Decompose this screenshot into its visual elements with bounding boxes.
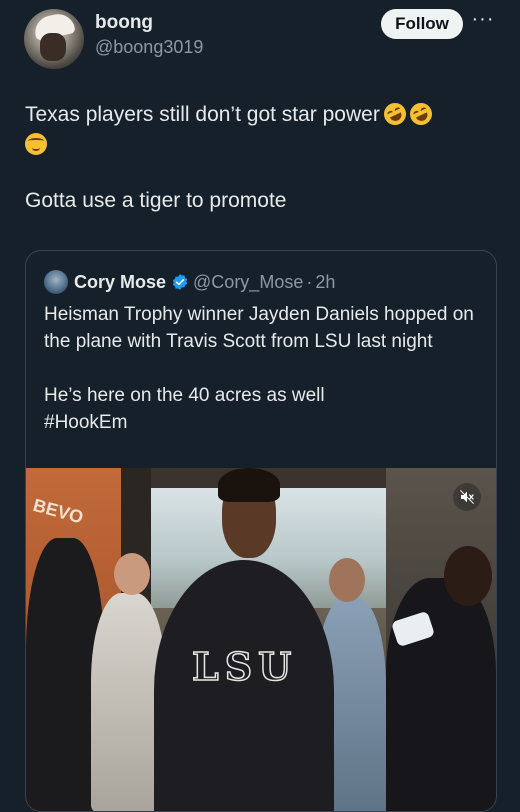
quoted-timestamp: 2h <box>315 271 336 292</box>
tweet-emoji-line <box>25 130 495 160</box>
volume-muted-icon[interactable] <box>453 483 481 511</box>
media-person-right <box>386 578 496 811</box>
avatar-face <box>40 33 66 61</box>
hand-over-mouth-emoji-icon <box>25 133 47 155</box>
tweet-line-1-text: Texas players still don’t got star power <box>25 103 380 126</box>
quoted-tweet-text: Heisman Trophy winner Jayden Daniels hop… <box>44 301 484 436</box>
tweet-header: boong @boong3019 Follow ··· <box>0 0 520 80</box>
tweet-text: Texas players still don’t got star power… <box>25 99 495 216</box>
media-person-right-head <box>444 546 492 606</box>
quoted-author-avatar <box>44 270 68 294</box>
hoodie-lettering: LSU <box>191 643 298 690</box>
volume-muted-glyph-icon <box>459 489 475 505</box>
media-person-officer-head <box>329 558 365 602</box>
rofl-emoji-icon <box>406 99 436 129</box>
quoted-separator: · <box>306 271 313 292</box>
tweet-line-1: Texas players still don’t got star power <box>25 99 495 130</box>
author-display-name[interactable]: boong <box>95 12 153 34</box>
quoted-text-paragraph-1: Heisman Trophy winner Jayden Daniels hop… <box>44 304 474 352</box>
quoted-tweet-header: Cory Mose @Cory_Mose · 2h <box>44 270 335 294</box>
media-main-person-hair <box>218 468 280 502</box>
quoted-author-name: Cory Mose <box>74 271 167 292</box>
avatar[interactable] <box>24 9 84 69</box>
quoted-video-media[interactable]: BEVO LSU <box>26 468 496 811</box>
follow-button[interactable]: Follow <box>381 9 463 39</box>
quoted-author-handle: @Cory_Mose <box>193 271 304 292</box>
hashtag-link[interactable]: #HookEm <box>44 412 127 433</box>
author-handle[interactable]: @boong3019 <box>95 37 203 58</box>
media-person-suit-head <box>114 553 150 595</box>
quoted-tweet-card[interactable]: Cory Mose @Cory_Mose · 2h Heisman Trophy… <box>25 250 497 812</box>
quoted-text-line: He’s here on the 40 acres as well <box>44 385 325 406</box>
tweet-line-2: Gotta use a tiger to promote <box>25 189 287 212</box>
verified-badge-icon <box>172 274 188 290</box>
more-options-icon[interactable]: ··· <box>470 9 496 32</box>
rofl-emoji-icon <box>380 99 410 129</box>
quoted-text-paragraph-2: He’s here on the 40 acres as well #HookE… <box>44 382 484 436</box>
